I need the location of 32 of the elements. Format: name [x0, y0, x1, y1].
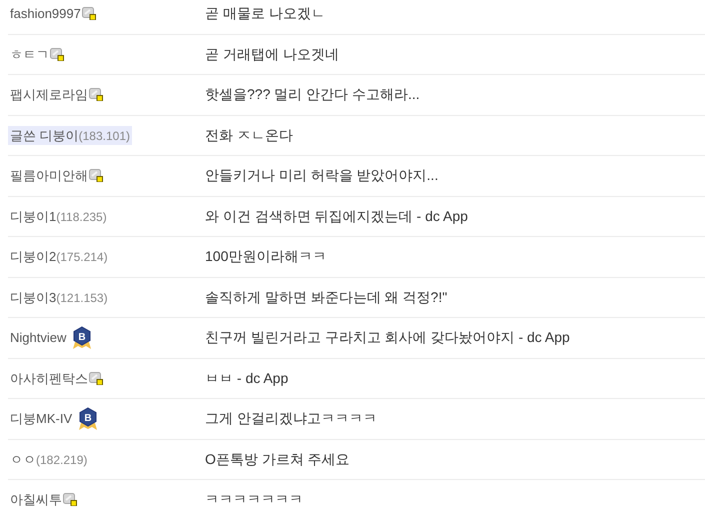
- comment-text: 친구꺼 빌린거라고 구라치고 회사에 갖다놨어야지 - dc App: [205, 328, 570, 348]
- comment-text: 100만원이라해ㅋㅋ: [205, 247, 326, 266]
- nickname[interactable]: 디붕이2(175.214): [10, 247, 108, 266]
- comment-text: 그게 안걸리겠냐고ㅋㅋㅋㅋ: [205, 409, 377, 428]
- fixed-nick-icon: [89, 372, 103, 385]
- nickname[interactable]: 디붕이3(121.153): [10, 288, 108, 307]
- fixed-nick-icon: [89, 88, 103, 102]
- nickname[interactable]: ㅇㅇ(182.219): [10, 450, 88, 469]
- nickname[interactable]: 아사히펜탁스: [10, 368, 88, 388]
- comment-text: 솔직하게 말하면 봐준다는데 왜 걱정?!": [205, 288, 448, 307]
- fixed-nick-icon: [50, 48, 64, 61]
- comment-text: 곧 거래탭에 나오겟네: [205, 44, 339, 64]
- fixed-nick-icon: [89, 169, 103, 182]
- fixed-nick-icon: [63, 493, 77, 506]
- fixed-nick-icon: [82, 7, 96, 20]
- comment-text: O픈톡방 가르쳐 주세요: [205, 450, 350, 469]
- nickname[interactable]: ㅎㅌㄱ: [10, 44, 49, 64]
- nickname[interactable]: 필름아미안해: [10, 166, 88, 186]
- nickname[interactable]: 팹시제로라임: [10, 85, 88, 104]
- nickname[interactable]: 글쓴 디붕이(183.101): [8, 126, 132, 145]
- comment-text: ㅂㅂ - dc App: [205, 368, 288, 388]
- comment-text: 곧 매물로 나오겠ㄴ: [205, 4, 325, 24]
- comment-text: 안들키거나 미리 허락을 받았어야지...: [205, 166, 438, 186]
- nickname[interactable]: 디붕이1(118.235): [10, 206, 107, 226]
- comment-text: ㅋㅋㅋㅋㅋㅋㅋ: [205, 490, 303, 510]
- comment-text: 전화 ㅈㄴ온다: [205, 126, 293, 145]
- nickname[interactable]: 아칠씨투: [10, 490, 62, 510]
- nickname[interactable]: fashion9997: [10, 4, 81, 24]
- comment-text: 핫셀을??? 멀리 안간다 수고해라...: [205, 85, 420, 104]
- comment-text: 와 이건 검색하면 뒤집에지겠는데 - dc App: [205, 206, 468, 226]
- nickname[interactable]: Nightview: [10, 328, 66, 348]
- nickname[interactable]: 디붕MK-IV: [10, 409, 72, 428]
